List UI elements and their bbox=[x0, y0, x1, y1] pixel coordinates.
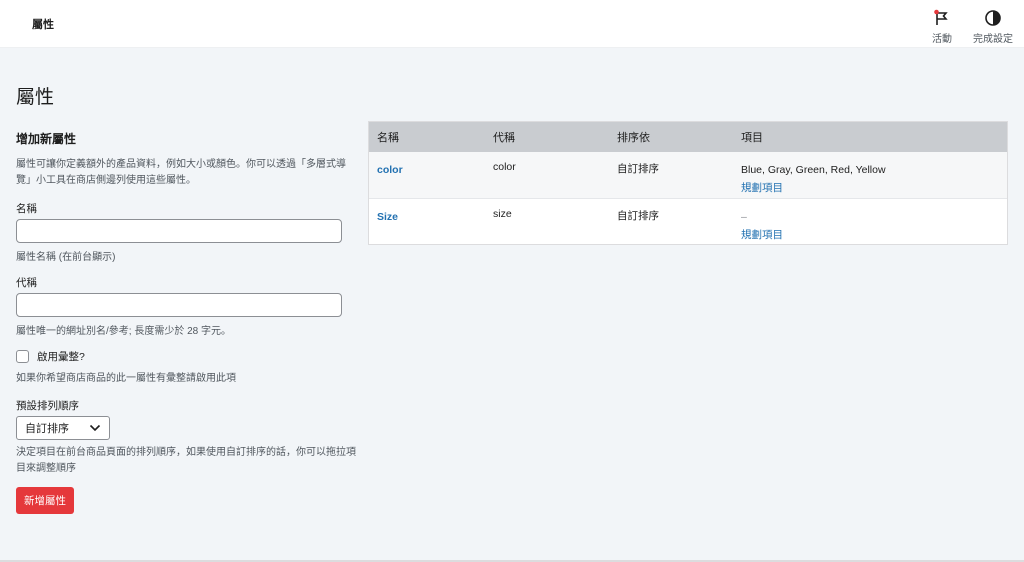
sort-label: 預設排列順序 bbox=[16, 400, 79, 412]
slug-hint: 屬性唯一的網址別名/參考; 長度需少於 28 字元。 bbox=[16, 326, 232, 337]
slug-input[interactable] bbox=[16, 293, 342, 317]
add-attribute-form: 增加新屬性 屬性可讓你定義額外的產品資料，例如大小或顏色。你可以透過「多層式導覽… bbox=[16, 130, 356, 514]
archive-option: 啟用彙整? bbox=[16, 349, 356, 364]
header-name: 名稱 bbox=[377, 132, 399, 144]
attribute-terms: Blue, Gray, Green, Red, Yellow bbox=[741, 164, 886, 176]
attribute-name-link[interactable]: color bbox=[377, 164, 403, 176]
sort-hint: 決定項目在前台商品頁面的排列順序，如果使用自訂排序的話，你可以拖拉項目來調整順序 bbox=[16, 447, 356, 474]
archive-label: 啟用彙整? bbox=[37, 351, 85, 363]
chevron-down-icon bbox=[89, 424, 101, 432]
attribute-slug: color bbox=[493, 161, 516, 173]
form-heading: 增加新屬性 bbox=[16, 132, 77, 146]
activity-button[interactable]: 活動 bbox=[917, 8, 967, 45]
form-intro: 屬性可讓你定義額外的產品資料，例如大小或顏色。你可以透過「多層式導覽」小工具在商… bbox=[16, 159, 346, 186]
attributes-table: 名稱 代稱 排序依 項目 color color 自訂排序 Blue, Gray… bbox=[368, 121, 1008, 245]
half-circle-icon bbox=[985, 10, 1001, 26]
activity-label: 活動 bbox=[932, 34, 952, 45]
configure-terms-link[interactable]: 規劃項目 bbox=[741, 227, 1007, 242]
sort-order-value: 自訂排序 bbox=[25, 423, 69, 435]
attribute-name-link[interactable]: Size bbox=[377, 211, 398, 223]
top-bar: 屬性 活動 完成設定 bbox=[0, 0, 1024, 48]
archive-hint: 如果你希望商店商品的此一屬性有彙整請啟用此項 bbox=[16, 373, 236, 384]
sort-order-select[interactable]: 自訂排序 bbox=[16, 416, 110, 440]
finish-setup-button[interactable]: 完成設定 bbox=[968, 8, 1018, 45]
name-hint: 屬性名稱 (在前台顯示) bbox=[16, 252, 116, 263]
configure-terms-link[interactable]: 規劃項目 bbox=[741, 180, 1007, 195]
archive-checkbox[interactable] bbox=[16, 350, 29, 363]
table-header: 名稱 代稱 排序依 項目 bbox=[369, 122, 1007, 152]
attribute-slug: size bbox=[493, 208, 512, 220]
slug-label: 代稱 bbox=[16, 277, 37, 289]
table-row: Size size 自訂排序 – 規劃項目 bbox=[369, 198, 1007, 244]
attribute-terms: – bbox=[741, 211, 747, 223]
name-input[interactable] bbox=[16, 219, 342, 243]
header-terms: 項目 bbox=[741, 132, 763, 144]
table-row: color color 自訂排序 Blue, Gray, Green, Red,… bbox=[369, 152, 1007, 198]
header-order: 排序依 bbox=[617, 132, 650, 144]
finish-setup-label: 完成設定 bbox=[973, 34, 1013, 45]
attribute-order: 自訂排序 bbox=[617, 163, 659, 175]
page-title: 屬性 bbox=[16, 87, 55, 108]
add-attribute-button[interactable]: 新增屬性 bbox=[16, 487, 74, 514]
name-label: 名稱 bbox=[16, 203, 37, 215]
top-bar-title: 屬性 bbox=[32, 19, 54, 31]
header-slug: 代稱 bbox=[493, 132, 515, 144]
attribute-order: 自訂排序 bbox=[617, 210, 659, 222]
flag-icon bbox=[934, 9, 948, 25]
